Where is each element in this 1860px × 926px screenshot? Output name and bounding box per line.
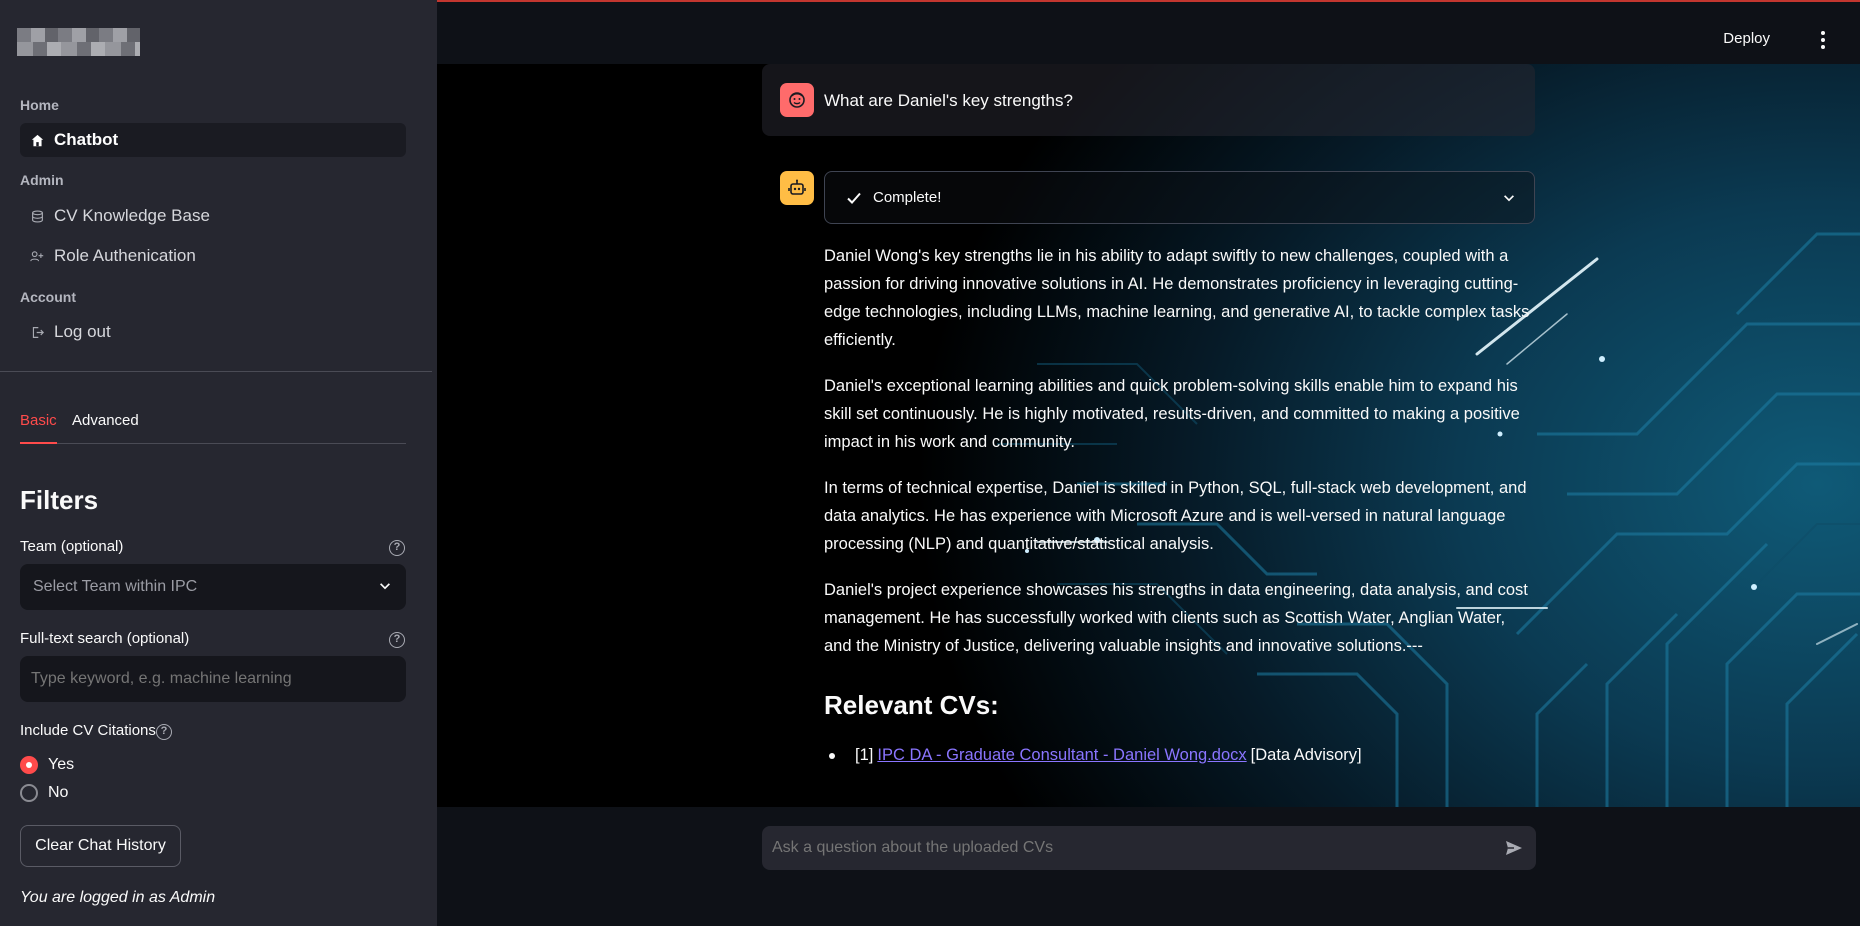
nav-item-role-authentication[interactable]: Role Authenication	[20, 239, 406, 273]
radio-unselected-icon	[20, 784, 38, 802]
search-input[interactable]	[20, 656, 406, 702]
tab-basic[interactable]: Basic	[20, 412, 57, 444]
relevant-cvs-heading: Relevant CVs:	[824, 690, 999, 720]
radio-no[interactable]: No	[20, 784, 68, 802]
filters-heading: Filters	[20, 485, 99, 515]
chevron-down-icon	[1504, 195, 1514, 202]
answer-paragraph: In terms of technical expertise, Daniel …	[824, 479, 1527, 553]
chat-input[interactable]	[772, 826, 1492, 870]
top-bar: Deploy	[437, 0, 1860, 64]
chevron-down-icon	[380, 583, 390, 590]
user-add-icon	[30, 249, 44, 263]
logged-in-status: You are logged in as Admin	[20, 889, 216, 906]
help-icon[interactable]: ?	[389, 632, 405, 648]
answer-paragraph: Daniel's exceptional learning abilities …	[824, 377, 1520, 451]
database-icon	[30, 209, 44, 223]
radio-label: Yes	[48, 756, 75, 773]
radio-label: No	[48, 784, 69, 801]
nav-item-chatbot[interactable]: Chatbot	[20, 123, 406, 157]
sidebar-divider	[0, 371, 432, 372]
nav-section-home: Home	[20, 97, 59, 113]
citation-index: [1]	[855, 746, 874, 764]
tab-advanced[interactable]: Advanced	[72, 412, 139, 444]
nav-item-label: Chatbot	[54, 130, 119, 149]
nav-section-admin: Admin	[20, 172, 64, 188]
radio-selected-icon	[20, 756, 38, 774]
nav-item-label: Log out	[54, 322, 111, 341]
answer-paragraph: Daniel's project experience showcases hi…	[824, 581, 1528, 655]
bot-avatar-icon	[780, 171, 814, 205]
more-menu-icon[interactable]	[1820, 31, 1826, 49]
user-avatar-icon	[780, 83, 814, 117]
sidebar: Home Chatbot Admin CV Knowledge Base Rol…	[0, 0, 437, 926]
nav-item-label: Role Authenication	[54, 246, 196, 265]
team-select-value: Select Team within IPC	[33, 578, 198, 595]
bullet-icon	[829, 752, 835, 759]
home-icon	[30, 133, 44, 147]
radio-yes[interactable]: Yes	[20, 756, 74, 774]
send-icon[interactable]	[1504, 838, 1524, 858]
filter-tabs: Basic Advanced	[20, 412, 406, 444]
team-label: Team (optional)	[20, 538, 124, 555]
citation-link[interactable]: IPC DA - Graduate Consultant - Daniel Wo…	[877, 746, 1246, 765]
team-select[interactable]: Select Team within IPC	[20, 564, 406, 610]
citation-tag: [Data Advisory]	[1250, 746, 1362, 764]
answer-paragraph: Daniel Wong's key strengths lie in his a…	[824, 247, 1530, 349]
search-field-wrapper	[20, 656, 406, 702]
nav-section-account: Account	[20, 289, 76, 305]
search-label: Full-text search (optional)	[20, 630, 190, 647]
nav-item-logout[interactable]: Log out	[20, 315, 406, 349]
citation-list-item: [1] IPC DA - Graduate Consultant - Danie…	[824, 746, 1362, 765]
logout-icon	[30, 325, 44, 339]
app-logo	[17, 28, 140, 56]
help-icon[interactable]: ?	[389, 540, 405, 556]
status-label: Complete!	[873, 189, 942, 206]
clear-chat-history-button[interactable]: Clear Chat History	[20, 825, 181, 867]
check-icon	[847, 192, 861, 204]
citations-label: Include CV Citations	[20, 722, 156, 739]
user-question-text: What are Daniel's key strengths?	[824, 91, 1073, 110]
status-expander[interactable]: Complete!	[824, 171, 1535, 224]
nav-item-cv-knowledge-base[interactable]: CV Knowledge Base	[20, 199, 406, 233]
nav-item-label: CV Knowledge Base	[54, 206, 210, 225]
help-icon[interactable]: ?	[156, 724, 172, 740]
chat-input-wrapper	[762, 826, 1536, 870]
deploy-button[interactable]: Deploy	[1723, 30, 1770, 47]
